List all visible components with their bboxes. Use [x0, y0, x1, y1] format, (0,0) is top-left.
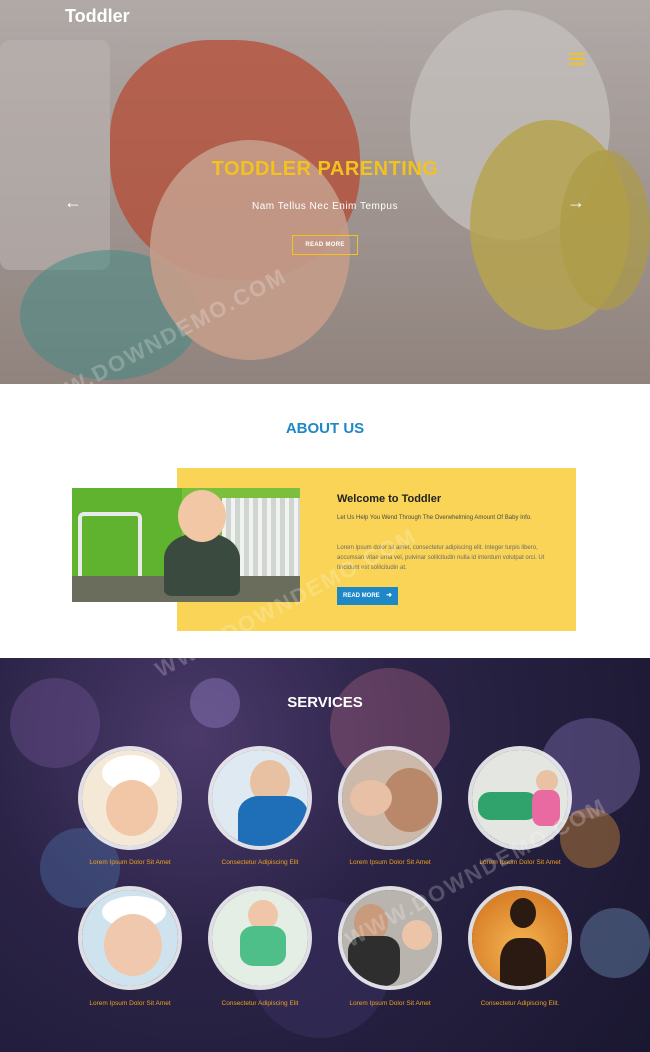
- bath-baby-photo: [104, 914, 162, 976]
- service-card-7[interactable]: [338, 886, 442, 990]
- toddler-shirt-shape: [532, 790, 560, 826]
- service-card-2[interactable]: [208, 746, 312, 850]
- service-caption-2[interactable]: Consectetur Adipiscing Elit: [195, 859, 325, 866]
- arrow-right-icon[interactable]: →: [567, 193, 585, 211]
- silhouette-photo: [510, 898, 536, 928]
- service-caption-6[interactable]: Consectetur Adipiscing Elit: [195, 1000, 325, 1007]
- service-card-3[interactable]: [338, 746, 442, 850]
- chef-baby-photo: [106, 780, 158, 836]
- hero-overlay: [0, 0, 650, 384]
- hero-slider: Toddler TODDLER PARENTING Nam Tellus Nec…: [0, 0, 650, 384]
- newborn-shape: [350, 780, 392, 816]
- scrubs-shape: [238, 796, 308, 846]
- service-card-4[interactable]: [468, 746, 572, 850]
- services-section: [0, 658, 650, 1052]
- service-caption-1[interactable]: Lorem Ipsum Dolor Sit Amet: [65, 859, 195, 866]
- hero-read-more-button[interactable]: READ MORE: [292, 235, 358, 255]
- hero-subtitle: Nam Tellus Nec Enim Tempus: [251, 201, 398, 212]
- about-heading: Welcome to Toddler: [337, 493, 442, 505]
- hero-title: TODDLER PARENTING: [211, 158, 439, 180]
- about-read-more-button[interactable]: READ MORE ➜: [337, 587, 398, 605]
- service-card-5[interactable]: [78, 886, 182, 990]
- toddler-head-shape: [536, 770, 558, 792]
- hamburger-menu-icon[interactable]: [569, 53, 585, 67]
- service-caption-4[interactable]: Lorem Ipsum Dolor Sit Amet: [455, 859, 585, 866]
- about-title: ABOUT US: [285, 420, 365, 437]
- about-body: Lorem ipsum dolor sit amet, consectetur …: [337, 545, 545, 571]
- parent-body-shape: [348, 936, 400, 986]
- arrow-left-icon[interactable]: ←: [64, 193, 82, 211]
- service-caption-5[interactable]: Lorem Ipsum Dolor Sit Amet: [65, 1000, 195, 1007]
- about-read-more-label: READ MORE: [343, 593, 380, 599]
- service-card-8[interactable]: [468, 886, 572, 990]
- child-head-shape: [402, 920, 432, 950]
- silhouette-parent-shape: [500, 938, 546, 986]
- service-card-6[interactable]: [208, 886, 312, 990]
- service-card-1[interactable]: [78, 746, 182, 850]
- baby-shirt-shape: [240, 926, 286, 966]
- toy-car-photo: [478, 792, 538, 820]
- service-caption-3[interactable]: Lorem Ipsum Dolor Sit Amet: [325, 859, 455, 866]
- service-caption-8[interactable]: Consectetur Adipiscing Elit.: [455, 1000, 585, 1007]
- service-caption-7[interactable]: Lorem Ipsum Dolor Sit Amet: [325, 1000, 455, 1007]
- about-lead: Let Us Help You Wend Through The Overwhe…: [337, 515, 532, 521]
- services-title: SERVICES: [287, 694, 363, 711]
- brand-logo[interactable]: Toddler: [65, 6, 130, 27]
- arrow-right-icon: ➜: [386, 592, 392, 599]
- about-photo: [72, 488, 300, 602]
